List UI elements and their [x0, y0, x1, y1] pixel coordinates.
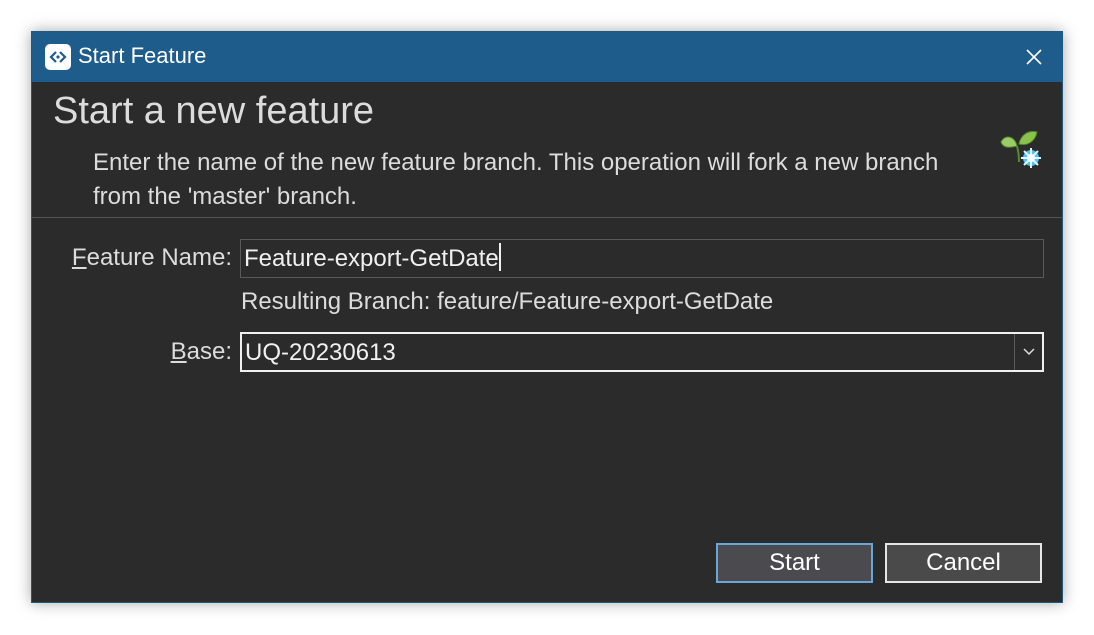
page-title: Start a new feature — [53, 90, 375, 132]
base-select[interactable]: UQ-20230613 — [240, 332, 1044, 372]
base-label: Base: — [171, 338, 232, 366]
feature-name-label-accel: F — [71, 244, 87, 271]
feature-name-label-text: eature Name: — [86, 244, 232, 271]
feature-name-input[interactable]: Feature-export-GetDate — [240, 239, 1044, 278]
cancel-button[interactable]: Cancel — [885, 543, 1042, 583]
base-label-accel: B — [170, 338, 187, 365]
text-caret — [498, 243, 501, 271]
base-dropdown-button[interactable] — [1014, 334, 1042, 370]
feature-name-label: Feature Name: — [72, 244, 232, 272]
feature-name-value: Feature-export-GetDate — [244, 245, 499, 272]
start-button[interactable]: Start — [716, 543, 873, 583]
sourcetree-icon — [45, 44, 71, 70]
close-icon[interactable] — [1022, 45, 1046, 69]
feature-leaf-icon — [995, 128, 1043, 174]
title-bar: Start Feature — [32, 32, 1062, 82]
header-separator — [32, 217, 1062, 218]
base-select-value: UQ-20230613 — [245, 339, 396, 366]
page-description: Enter the name of the new feature branch… — [93, 149, 939, 210]
dialog-window: Start Feature Start a new feature Enter … — [31, 31, 1063, 603]
window-title: Start Feature — [78, 43, 207, 68]
base-label-text: ase: — [186, 338, 232, 365]
resulting-branch-text: Resulting Branch: feature/Feature-export… — [241, 288, 774, 315]
